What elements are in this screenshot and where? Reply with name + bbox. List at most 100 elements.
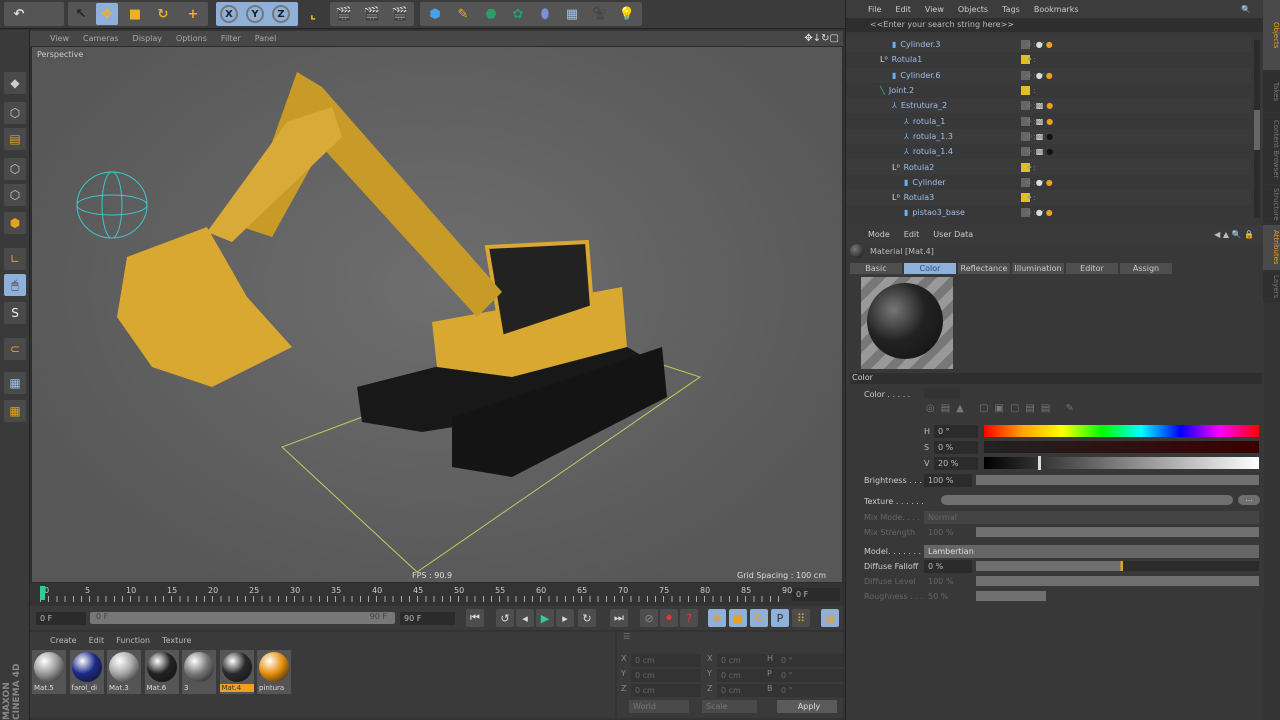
phong-tag-icon[interactable]: ⁘ — [1026, 178, 1033, 187]
object-tree-row[interactable]: ╲ Joint.2: — [846, 83, 1251, 98]
scale-tool-icon[interactable]: ■ — [124, 3, 146, 25]
attribute-tab-basic[interactable]: Basic — [850, 263, 902, 274]
object-name[interactable]: Cylinder.6 — [900, 71, 940, 80]
object-tree-row[interactable]: ⅄ rotula_1.4: ⁘ ▩ ● — [846, 144, 1251, 159]
object-name[interactable]: rotula_1.4 — [913, 147, 953, 156]
color-picker-modes-icons[interactable]: ◎▤▲ ▢▣▢▤▤ ✎ — [926, 403, 1080, 414]
material-swatch[interactable]: Mat.5 — [32, 650, 66, 694]
polygons-mode-icon[interactable]: ⬢ — [4, 212, 26, 234]
am-menu-user-data[interactable]: User Data — [933, 230, 973, 239]
model-dropdown[interactable]: Lambertian — [924, 545, 1259, 558]
object-tree-row[interactable]: ▮ Cylinder.6: ✓ ⁘ ● ● — [846, 67, 1251, 83]
render-picture-viewer-icon[interactable]: 🎬 — [361, 3, 383, 25]
material-tag-icon[interactable]: ● — [1036, 71, 1043, 80]
object-tree-row[interactable]: ▮ Cylinder.3: ✓ ⁘ ● ● — [846, 37, 1251, 53]
phong-tag-icon[interactable]: ⁘ — [1026, 132, 1033, 141]
viewport-menu-filter[interactable]: Filter — [221, 34, 241, 43]
model-mode-icon[interactable]: ⬡ — [4, 102, 26, 124]
coordinate-mode-dropdown[interactable]: World — [629, 700, 689, 713]
add-tool-icon[interactable]: + — [182, 3, 204, 25]
locked-workplane-icon[interactable]: ▦ — [4, 400, 26, 422]
nurbs-icon[interactable]: ⬣ — [480, 3, 502, 25]
camera-icon[interactable]: 🎥 — [588, 3, 610, 25]
checker-material-tag-icon[interactable]: ▩ — [1036, 117, 1044, 126]
apply-button[interactable]: Apply — [777, 700, 837, 713]
size-mode-dropdown[interactable]: Scale — [702, 700, 757, 713]
phong-tag-icon[interactable]: ⁘ — [1026, 71, 1033, 80]
side-tab-takes[interactable]: Takes — [1263, 72, 1280, 112]
visibility-dots-icon[interactable]: : — [1033, 163, 1036, 172]
texture-mode-icon[interactable]: ▤ — [4, 128, 26, 150]
select-tool-icon[interactable]: ↖ — [70, 3, 92, 25]
saturation-slider[interactable] — [984, 441, 1259, 453]
attribute-tab-assign[interactable]: Assign — [1120, 263, 1172, 274]
phong-tag-icon[interactable]: ⁘ — [1026, 40, 1033, 49]
object-tree-row[interactable]: ⅄ rotula_1: ⁘ ▩ ● — [846, 114, 1251, 129]
value-field[interactable]: 20 % — [934, 457, 978, 470]
object-name[interactable]: Cylinder.3 — [900, 40, 940, 49]
preview-range-slider[interactable]: 0 F 90 F — [90, 612, 395, 624]
make-editable-icon[interactable]: ◆ — [4, 72, 26, 94]
texture-tag-icon[interactable]: ● — [1046, 117, 1053, 126]
rotate-tool-icon[interactable]: ↻ — [152, 3, 174, 25]
material-swatch[interactable]: Mat.4 — [219, 650, 254, 694]
object-name[interactable]: pistao3_base — [912, 208, 965, 217]
coord-field[interactable]: 0 cm — [631, 684, 701, 697]
key-pla-icon[interactable]: ⠿ — [792, 609, 810, 627]
texture-slot[interactable] — [941, 495, 1233, 505]
material-tag-icon[interactable]: ● — [1036, 40, 1043, 49]
start-frame-field[interactable]: 0 F — [36, 612, 86, 625]
material-menu-edit[interactable]: Edit — [89, 636, 105, 645]
material-tag-icon[interactable]: ● — [1036, 208, 1043, 217]
om-menu-edit[interactable]: Edit — [895, 5, 911, 14]
floor-icon[interactable]: ▦ — [561, 3, 583, 25]
coordinate-system-icon[interactable]: ⌞ — [302, 3, 324, 25]
visibility-dots-icon[interactable]: : — [1033, 86, 1036, 95]
key-parameter-icon[interactable]: P — [771, 609, 789, 627]
object-tree-row[interactable]: L⁰ Rotula2: ✦ — [846, 159, 1251, 175]
om-menu-tags[interactable]: Tags — [1002, 5, 1020, 14]
object-name[interactable]: Rotula1 — [892, 55, 923, 64]
viewport-nav-icons[interactable]: ✥↓↻▢ — [804, 33, 839, 44]
3d-viewport[interactable]: Perspective FPS : 90.9 Grid Spacing : 10… — [31, 46, 843, 583]
playhead[interactable] — [40, 586, 45, 600]
edges-mode-icon[interactable]: ⬡ — [4, 184, 26, 206]
visibility-dots-icon[interactable]: : — [1033, 55, 1036, 64]
om-menu-view[interactable]: View — [925, 5, 944, 14]
attribute-tab-editor[interactable]: Editor — [1066, 263, 1118, 274]
magnet-icon[interactable]: ⊂ — [4, 338, 26, 360]
cube-icon[interactable]: ⬢ — [424, 3, 446, 25]
viewport-menu-cameras[interactable]: Cameras — [83, 34, 119, 43]
previous-key-icon[interactable]: ↺ — [496, 609, 514, 627]
render-settings-icon[interactable]: 🎬 — [389, 3, 411, 25]
undo-icon[interactable]: ↶ — [8, 3, 30, 25]
color-swatch[interactable] — [924, 388, 960, 398]
object-search-input[interactable]: <<Enter your search string here>> — [846, 18, 1263, 32]
play-icon[interactable]: ▶ — [536, 609, 554, 627]
side-tab-attributes[interactable]: Attributes — [1263, 225, 1280, 270]
object-tree-row[interactable]: ⅄ Estrutura_2: ⁘ ▩ ● — [846, 98, 1251, 114]
checker-material-tag-icon[interactable]: ▩ — [1036, 132, 1044, 141]
attribute-tab-reflectance[interactable]: Reflectance — [958, 263, 1010, 274]
previous-frame-icon[interactable]: ◂ — [516, 609, 534, 627]
side-tab-objects[interactable]: Objects — [1263, 0, 1280, 70]
object-name[interactable]: rotula_1.3 — [913, 132, 953, 141]
om-search-icon[interactable]: 🔍 — [1241, 5, 1251, 14]
texture-tag-icon[interactable]: ● — [1046, 178, 1053, 187]
checker-material-tag-icon[interactable]: ▩ — [1036, 147, 1044, 156]
object-name[interactable]: rotula_1 — [913, 117, 945, 126]
record-keys-icon[interactable]: ⊘ — [640, 609, 658, 627]
am-nav-icons[interactable]: ◀ ▲ 🔍 🔒 — [1214, 230, 1254, 239]
z-axis-toggle[interactable]: Z — [272, 5, 290, 23]
brightness-field[interactable]: 100 % — [924, 474, 972, 487]
texture-tag-icon[interactable]: ● — [1046, 132, 1053, 141]
material-tag-icon[interactable]: ● — [1036, 178, 1043, 187]
texture-tag-icon[interactable]: ● — [1046, 71, 1053, 80]
texture-tag-icon[interactable]: ● — [1046, 147, 1053, 156]
material-menu-texture[interactable]: Texture — [162, 636, 191, 645]
am-menu-edit[interactable]: Edit — [904, 230, 920, 239]
hue-field[interactable]: 0 ° — [934, 425, 978, 438]
viewport-menu-view[interactable]: View — [50, 34, 69, 43]
ik-tag-icon[interactable]: ✦ — [1026, 193, 1033, 202]
next-key-icon[interactable]: ↻ — [578, 609, 596, 627]
